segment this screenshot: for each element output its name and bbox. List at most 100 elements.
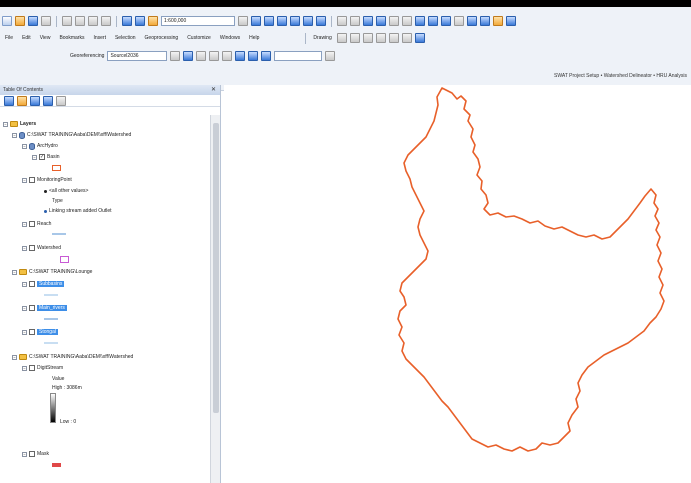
list-by-selection-icon[interactable]	[43, 95, 53, 106]
auto-registration-icon[interactable]	[261, 51, 272, 61]
visibility-checkbox[interactable]	[29, 329, 35, 335]
zoom-out-icon[interactable]	[350, 16, 360, 26]
fixed-zoom-in-icon[interactable]	[389, 16, 399, 26]
chevron-down-icon[interactable]	[325, 51, 336, 61]
collapse-toggle-icon[interactable]: −	[22, 305, 27, 311]
arctoolbox-icon[interactable]	[303, 16, 313, 26]
rectangle-icon[interactable]	[375, 33, 386, 43]
catalog-window-icon[interactable]	[277, 16, 287, 26]
visibility-checkbox[interactable]	[29, 365, 35, 371]
copy-icon[interactable]	[75, 16, 85, 26]
collapse-toggle-icon[interactable]: −	[12, 132, 17, 138]
georef-extra-dropdown[interactable]	[274, 51, 323, 61]
select-elements-icon[interactable]	[467, 16, 477, 26]
hyperlink-icon[interactable]	[493, 16, 503, 26]
visibility-checkbox[interactable]	[29, 177, 35, 183]
drawing-menu[interactable]: Drawing	[311, 35, 333, 41]
toc-scrollbar[interactable]	[210, 115, 220, 483]
text-icon[interactable]	[388, 33, 399, 43]
georeferencing-menu[interactable]: Georeferencing	[70, 53, 104, 59]
collapse-toggle-icon[interactable]: −	[22, 451, 27, 457]
collapse-toggle-icon[interactable]: −	[22, 143, 27, 149]
menu-windows[interactable]: Windows	[217, 33, 243, 43]
menu-help[interactable]: Help	[246, 33, 262, 43]
forward-extent-icon[interactable]	[428, 16, 438, 26]
visibility-checkbox[interactable]	[29, 281, 35, 287]
open-folder-icon[interactable]	[15, 16, 25, 26]
search-window-icon[interactable]	[290, 16, 300, 26]
workspace-watershed-2[interactable]: − C:\SWAT TRAINING\Aaba\DEM\\xff\Watersh…	[12, 352, 133, 362]
swat-menu[interactable]: SWAT Project Setup • Watershed Delineato…	[554, 73, 687, 79]
cut-icon[interactable]	[62, 16, 72, 26]
collapse-toggle-icon[interactable]: −	[22, 281, 27, 287]
menu-selection[interactable]: Selection	[112, 33, 139, 43]
measure-icon[interactable]	[506, 16, 516, 26]
menu-bookmarks[interactable]: Bookmarks	[56, 33, 87, 43]
undo-icon[interactable]	[122, 16, 132, 26]
table-of-contents-icon[interactable]	[264, 16, 274, 26]
layer-watershed[interactable]: − Watershed	[22, 243, 61, 253]
collapse-toggle-icon[interactable]: −	[22, 329, 27, 335]
select-elements-icon[interactable]	[336, 33, 347, 43]
shift-icon[interactable]	[196, 51, 207, 61]
visibility-checkbox[interactable]	[29, 451, 35, 457]
list-by-drawing-order-icon[interactable]	[4, 95, 14, 106]
visibility-checkbox[interactable]	[29, 245, 35, 251]
list-by-visibility-icon[interactable]	[30, 95, 40, 106]
layer-stongal[interactable]: − Stongal	[22, 327, 58, 337]
layer-basin[interactable]: − ✓ Basin	[32, 152, 60, 162]
collapse-toggle-icon[interactable]: −	[22, 245, 27, 251]
visibility-checkbox[interactable]	[29, 305, 35, 311]
zoom-in-icon[interactable]	[337, 16, 347, 26]
chevron-down-icon[interactable]	[170, 51, 181, 61]
layer-reach[interactable]: − Reach	[22, 219, 51, 229]
add-data-icon[interactable]	[148, 16, 158, 26]
delete-icon[interactable]	[101, 16, 111, 26]
collapse-toggle-icon[interactable]: −	[32, 154, 37, 160]
rotate-icon[interactable]	[349, 33, 360, 43]
identify-icon[interactable]	[480, 16, 490, 26]
collapse-toggle-icon[interactable]: −	[22, 365, 27, 371]
back-extent-icon[interactable]	[415, 16, 425, 26]
save-icon[interactable]	[28, 16, 38, 26]
close-icon[interactable]: ✕	[211, 85, 216, 95]
zoom-to-selected-icon[interactable]	[362, 33, 373, 43]
collapse-toggle-icon[interactable]: −	[12, 269, 17, 275]
menu-edit[interactable]: Edit	[19, 33, 34, 43]
full-extent-icon[interactable]	[376, 16, 386, 26]
menu-customize[interactable]: Customize	[184, 33, 214, 43]
georef-layer-dropdown[interactable]: Sourcel2036	[107, 51, 168, 61]
python-window-icon[interactable]	[316, 16, 326, 26]
list-by-source-icon[interactable]	[17, 95, 27, 106]
scrollbar-thumb[interactable]	[213, 123, 219, 413]
layer-monitoringpoint[interactable]: − MonitoringPoint	[22, 175, 72, 185]
collapse-toggle-icon[interactable]: −	[22, 221, 27, 227]
collapse-toggle-icon[interactable]: −	[3, 121, 8, 127]
view-link-table-icon[interactable]	[235, 51, 246, 61]
menu-geoprocessing[interactable]: Geoprocessing	[142, 33, 182, 43]
options-icon[interactable]	[56, 95, 66, 106]
layer-digitstream[interactable]: − DigitStream	[22, 363, 63, 373]
workspace-watershed[interactable]: − C:\SWAT TRAINING\Aaba\DEM\\xff\Watersh…	[12, 130, 131, 140]
print-icon[interactable]	[41, 16, 51, 26]
chevron-down-icon[interactable]	[238, 16, 248, 26]
fill-color-icon[interactable]	[401, 33, 412, 43]
layer-subbasins[interactable]: − Subbasins	[22, 279, 65, 289]
paste-icon[interactable]	[88, 16, 98, 26]
redo-icon[interactable]	[135, 16, 145, 26]
scale-icon[interactable]	[209, 51, 220, 61]
layer-main-rivers[interactable]: − Main_rivers	[22, 303, 67, 313]
map-view[interactable]	[224, 85, 691, 483]
rotate-icon[interactable]	[183, 51, 194, 61]
group-archydro[interactable]: − ArcHydro	[22, 141, 58, 151]
map-scale-input[interactable]: 1:600,000	[161, 16, 235, 26]
menu-insert[interactable]: Insert	[90, 33, 109, 43]
viewer-icon[interactable]	[248, 51, 259, 61]
layers-root[interactable]: − Layers	[3, 119, 36, 129]
add-control-points-icon[interactable]	[222, 51, 233, 61]
collapse-toggle-icon[interactable]: −	[22, 177, 27, 183]
pan-icon[interactable]	[363, 16, 373, 26]
fixed-zoom-out-icon[interactable]	[402, 16, 412, 26]
select-features-icon[interactable]	[441, 16, 451, 26]
font-icon[interactable]	[414, 33, 425, 43]
